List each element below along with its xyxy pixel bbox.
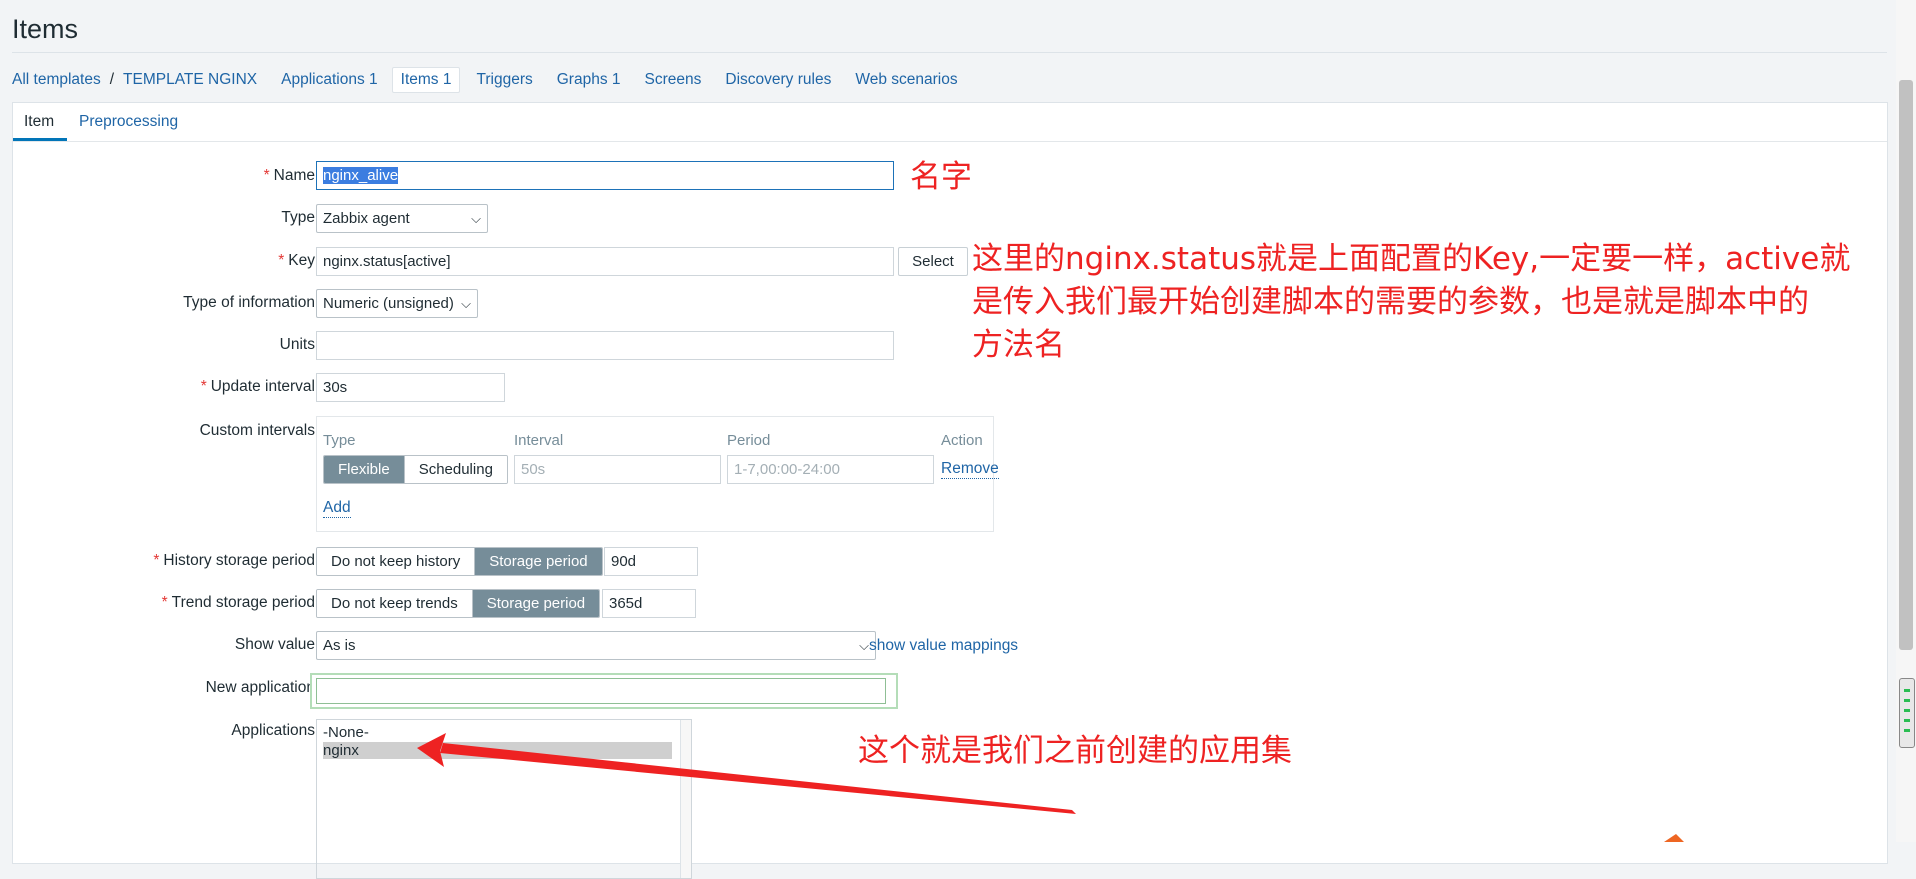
- scrollbar-widget: [1899, 678, 1915, 748]
- page-scrollbar[interactable]: [1896, 0, 1916, 842]
- annotation-arrow-icon: [440, 743, 1076, 814]
- page-scrollbar-thumb[interactable]: [1899, 80, 1913, 650]
- annotation-arrow-overlay: [417, 733, 1684, 842]
- annotation-corner-arrow-icon: [1664, 834, 1684, 842]
